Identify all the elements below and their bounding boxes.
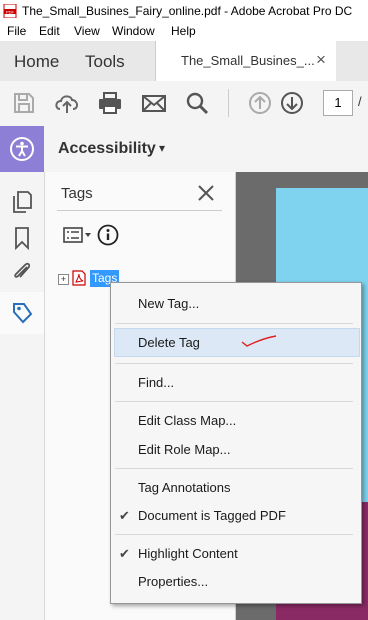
- tags-context-menu: New Tag... Delete Tag Find... Edit Class…: [110, 282, 362, 604]
- bookmarks-icon[interactable]: [12, 226, 32, 250]
- options-menu-icon[interactable]: [63, 226, 93, 244]
- menu-item-find[interactable]: Find...: [138, 375, 174, 390]
- accessibility-title[interactable]: Accessibility: [58, 140, 156, 158]
- menu-item-edit-role-map[interactable]: Edit Role Map...: [138, 442, 231, 457]
- tab-document[interactable]: The_Small_Busines_... ×: [155, 41, 336, 81]
- upload-cloud-icon[interactable]: [53, 89, 81, 117]
- page-up-icon[interactable]: [246, 89, 274, 117]
- menu-bar: File Edit View Window Help: [0, 22, 368, 41]
- tree-expander-icon[interactable]: +: [58, 274, 69, 285]
- menu-edit[interactable]: Edit: [39, 24, 60, 38]
- page-thumbnails-icon[interactable]: [11, 190, 33, 214]
- accessibility-tool-button[interactable]: [0, 126, 44, 172]
- menu-view[interactable]: View: [74, 24, 100, 38]
- print-icon[interactable]: [96, 89, 124, 117]
- title-bar: PDF The_Small_Busines_Fairy_online.pdf -…: [0, 0, 368, 22]
- pdf-document-icon: [72, 270, 86, 286]
- page-number-input[interactable]: 1: [323, 90, 353, 116]
- accessibility-icon: [10, 137, 34, 161]
- attachments-icon[interactable]: [10, 260, 34, 284]
- menu-separator: [115, 323, 353, 324]
- menu-separator: [115, 363, 353, 364]
- menu-window[interactable]: Window: [112, 24, 155, 38]
- menu-file[interactable]: File: [7, 24, 26, 38]
- menu-item-delete-tag[interactable]: Delete Tag: [138, 335, 200, 350]
- red-checkmark-annotation: [241, 335, 277, 347]
- menu-help[interactable]: Help: [171, 24, 196, 38]
- tags-panel-divider: [57, 210, 222, 211]
- menu-item-new-tag[interactable]: New Tag...: [138, 296, 199, 311]
- acrobat-app-icon: PDF: [3, 4, 17, 18]
- menu-item-tag-annotations[interactable]: Tag Annotations: [138, 480, 231, 495]
- svg-text:PDF: PDF: [6, 9, 15, 14]
- tab-close-icon[interactable]: ×: [316, 50, 326, 70]
- tags-panel-title: Tags: [61, 185, 93, 202]
- window-title: The_Small_Busines_Fairy_online.pdf - Ado…: [22, 4, 353, 18]
- close-icon[interactable]: [197, 184, 215, 202]
- menu-item-highlight-content[interactable]: Highlight Content: [138, 546, 238, 561]
- menu-separator: [115, 468, 353, 469]
- menu-item-document-is-tagged[interactable]: Document is Tagged PDF: [138, 508, 286, 523]
- page-separator: /: [358, 94, 362, 109]
- menu-separator: [115, 534, 353, 535]
- tab-document-label: The_Small_Busines_...: [181, 53, 315, 68]
- tags-rail-selected[interactable]: [0, 292, 44, 334]
- checkmark-icon: ✔: [119, 546, 130, 561]
- search-icon[interactable]: [183, 89, 211, 117]
- menu-item-properties[interactable]: Properties...: [138, 574, 208, 589]
- accessibility-toolbar: Accessibility ▾: [0, 126, 368, 173]
- page-down-icon[interactable]: [278, 89, 306, 117]
- tab-home[interactable]: Home: [14, 52, 59, 72]
- tab-tools[interactable]: Tools: [85, 52, 125, 72]
- menu-separator: [115, 401, 353, 402]
- tag-icon: [13, 303, 33, 324]
- save-icon[interactable]: [10, 89, 38, 117]
- info-icon[interactable]: [97, 224, 119, 246]
- menu-item-edit-class-map[interactable]: Edit Class Map...: [138, 413, 236, 428]
- chevron-down-icon[interactable]: ▾: [159, 141, 165, 155]
- toolbar: 1 /: [0, 81, 368, 127]
- left-navigation-rail: [0, 172, 45, 620]
- tabs-bar: Home Tools The_Small_Busines_... ×: [0, 41, 368, 82]
- checkmark-icon: ✔: [119, 508, 130, 523]
- toolbar-divider: [228, 89, 229, 117]
- email-icon[interactable]: [140, 89, 168, 117]
